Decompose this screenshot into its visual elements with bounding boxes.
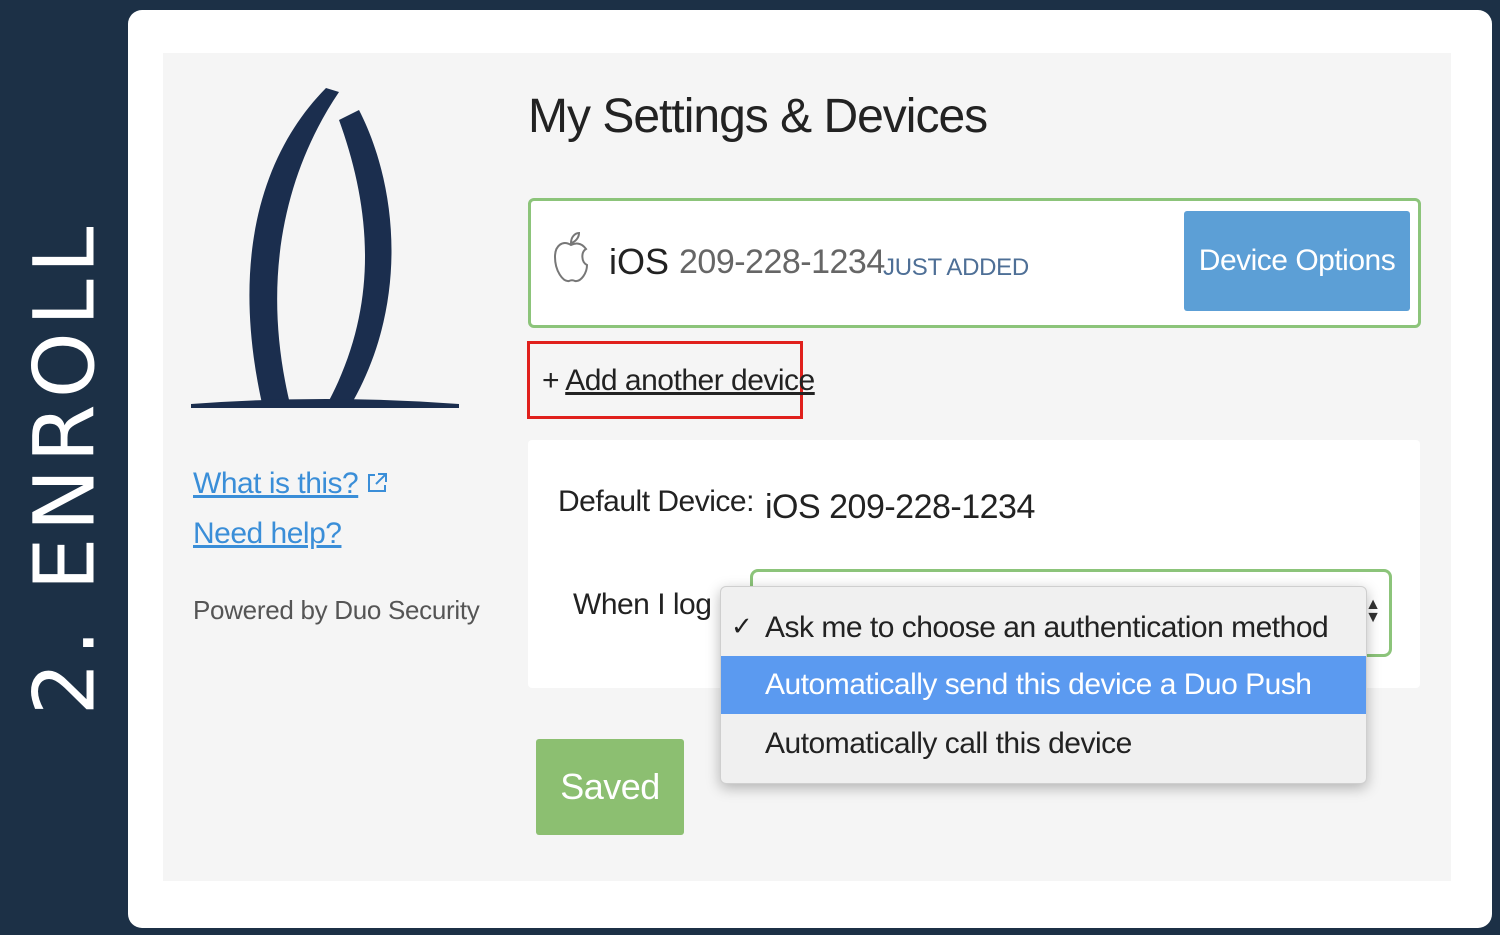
login-method-dropdown: ✓ Ask me to choose an authentication met… [720,586,1367,784]
external-link-icon [366,468,388,502]
step-label: 2. ENROLL [0,0,128,935]
device-options-button[interactable]: Device Options [1184,211,1410,311]
checkmark-icon: ✓ [731,611,753,641]
device-os: iOS [609,241,670,282]
need-help-link[interactable]: Need help? [193,517,342,551]
dropdown-option[interactable]: Automatically send this device a Duo Pus… [721,656,1366,714]
powered-by-text: Powered by Duo Security [193,595,480,625]
dropdown-option-label: Automatically send this device a Duo Pus… [765,668,1312,701]
screenshot-card: What is this? Need help? Powered by Duo … [128,10,1492,928]
dropdown-option[interactable]: Automatically call this device [721,715,1366,773]
step-label-text: 2. ENROLL [15,220,113,715]
duo-logo [191,88,461,413]
add-device-highlight: + Add another device [527,341,815,419]
dropdown-option-label: Ask me to choose an authentication metho… [765,611,1329,644]
device-row: iOS 209-228-1234 JUST ADDED Device Optio… [528,198,1421,328]
dropdown-option[interactable]: ✓ Ask me to choose an authentication met… [721,599,1366,657]
plus-icon: + [542,364,560,397]
apple-icon [553,231,589,290]
dropdown-option-label: Automatically call this device [765,727,1132,760]
what-is-this-link[interactable]: What is this? [193,467,388,502]
page-title: My Settings & Devices [528,90,988,143]
select-arrows-icon: ▲ ▼ [1365,596,1381,626]
just-added-badge: JUST ADDED [883,254,1029,281]
saved-button[interactable]: Saved [536,739,684,835]
default-device-value: iOS 209-228-1234 [765,488,1035,526]
add-device-label: Add another device [565,364,815,397]
default-device-label: Default Device: [558,485,754,518]
device-phone: 209-228-1234 [679,243,885,281]
add-device-link[interactable]: + Add another device [542,364,815,398]
what-is-this-label: What is this? [193,467,359,500]
